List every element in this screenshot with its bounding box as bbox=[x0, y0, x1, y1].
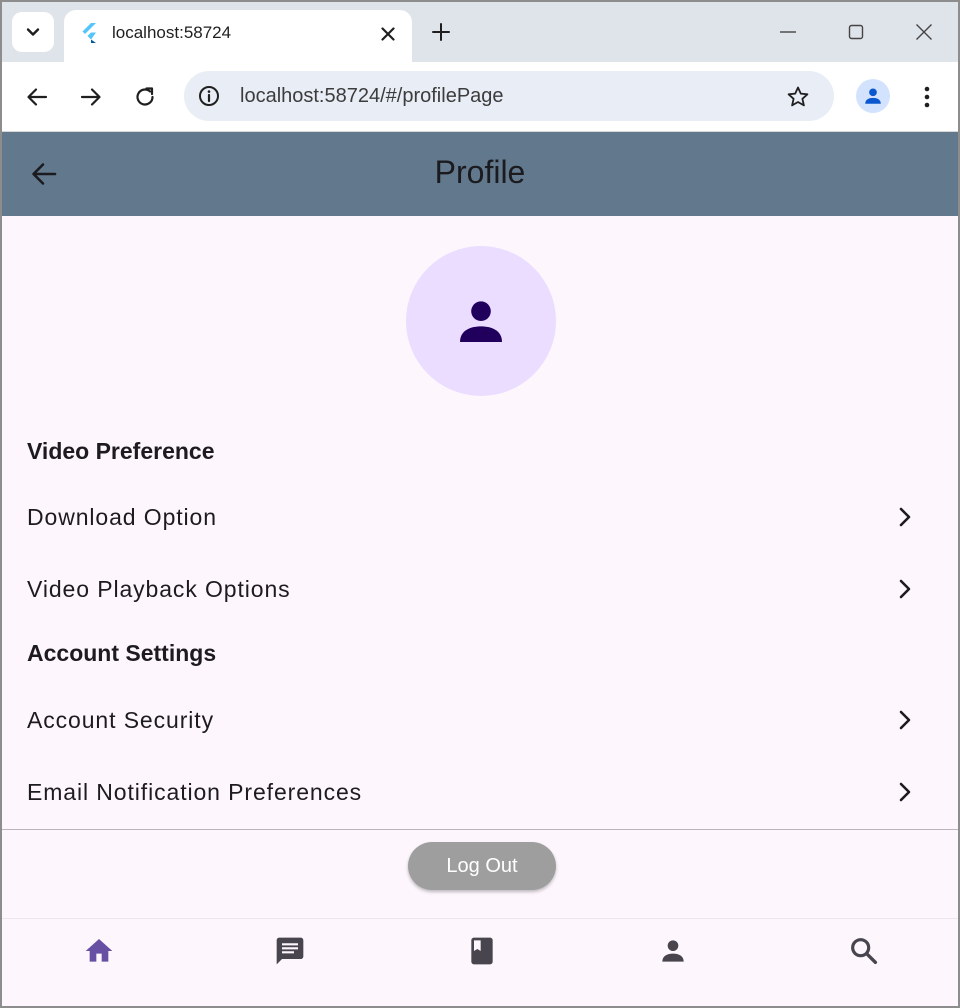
close-tab-button[interactable] bbox=[376, 22, 400, 46]
list-item-label: Download Option bbox=[27, 504, 217, 530]
chevron-down-icon bbox=[26, 28, 40, 36]
browser-toolbar: localhost:58724/#/profilePage bbox=[2, 62, 958, 132]
star-icon bbox=[787, 86, 809, 107]
browser-menu-button[interactable] bbox=[912, 82, 942, 112]
nav-item-chat[interactable] bbox=[272, 933, 308, 969]
browser-profile-button[interactable] bbox=[856, 79, 890, 113]
maximize-icon bbox=[848, 24, 864, 40]
arrow-right-icon bbox=[80, 88, 101, 106]
back-button[interactable] bbox=[22, 82, 52, 112]
minimize-icon bbox=[780, 31, 796, 33]
more-vert-icon bbox=[924, 86, 930, 108]
arrow-left-icon bbox=[27, 88, 48, 106]
close-window-button[interactable] bbox=[910, 18, 938, 46]
list-item-label: Account Security bbox=[27, 707, 214, 733]
logout-button[interactable]: Log Out bbox=[408, 842, 556, 890]
avatar[interactable] bbox=[406, 246, 556, 396]
minimize-button[interactable] bbox=[774, 18, 802, 46]
browser-window: localhost:58724 localhost:58724/#/profil… bbox=[0, 0, 960, 1008]
reload-icon bbox=[136, 87, 154, 106]
chevron-right-icon bbox=[892, 504, 918, 530]
list-item-video-playback-options[interactable]: Video Playback Options bbox=[2, 558, 958, 622]
chat-icon bbox=[276, 937, 304, 965]
page-title: Profile bbox=[434, 154, 526, 190]
chevron-right-icon bbox=[892, 707, 918, 733]
maximize-button[interactable] bbox=[842, 18, 870, 46]
book-icon bbox=[471, 937, 493, 965]
bottom-navigation bbox=[2, 918, 958, 1006]
section-title-account-settings: Account Settings bbox=[27, 640, 217, 666]
browser-tab[interactable]: localhost:58724 bbox=[64, 10, 412, 62]
tab-search-button[interactable] bbox=[12, 12, 54, 52]
list-item-email-notification-preferences[interactable]: Email Notification Preferences bbox=[2, 761, 958, 825]
reload-button[interactable] bbox=[130, 82, 160, 112]
divider bbox=[2, 829, 958, 830]
bookmark-button[interactable] bbox=[784, 83, 812, 111]
info-icon bbox=[199, 86, 219, 106]
chevron-right-icon bbox=[892, 576, 918, 602]
site-info-button[interactable] bbox=[196, 83, 222, 109]
list-item-label: Video Playback Options bbox=[27, 576, 291, 602]
list-item-download-option[interactable]: Download Option bbox=[2, 486, 958, 550]
list-item-account-security[interactable]: Account Security bbox=[2, 689, 958, 753]
new-tab-button[interactable] bbox=[428, 19, 454, 45]
url-text[interactable]: localhost:58724/#/profilePage bbox=[240, 85, 504, 108]
flutter-icon bbox=[82, 23, 96, 43]
nav-item-search[interactable] bbox=[846, 933, 882, 969]
forward-button[interactable] bbox=[76, 82, 106, 112]
nav-item-home[interactable] bbox=[81, 933, 117, 969]
list-item-label: Email Notification Preferences bbox=[27, 779, 363, 805]
nav-item-book[interactable] bbox=[464, 933, 500, 969]
person-icon bbox=[865, 88, 881, 104]
chevron-right-icon bbox=[892, 779, 918, 805]
nav-item-profile[interactable] bbox=[655, 933, 691, 969]
close-icon bbox=[381, 27, 395, 41]
address-bar[interactable]: localhost:58724/#/profilePage bbox=[184, 71, 834, 121]
plus-icon bbox=[432, 23, 450, 41]
app-bar: Profile bbox=[2, 132, 958, 216]
close-icon bbox=[916, 24, 932, 40]
tab-title: localhost:58724 bbox=[112, 23, 232, 42]
search-icon bbox=[851, 938, 878, 965]
person-icon bbox=[662, 940, 684, 962]
section-title-video-preference: Video Preference bbox=[27, 438, 215, 464]
profile-content: Video Preference Download Option Video P… bbox=[2, 216, 958, 830]
home-icon bbox=[85, 939, 113, 962]
tab-strip: localhost:58724 bbox=[2, 2, 958, 62]
person-icon bbox=[460, 301, 502, 342]
